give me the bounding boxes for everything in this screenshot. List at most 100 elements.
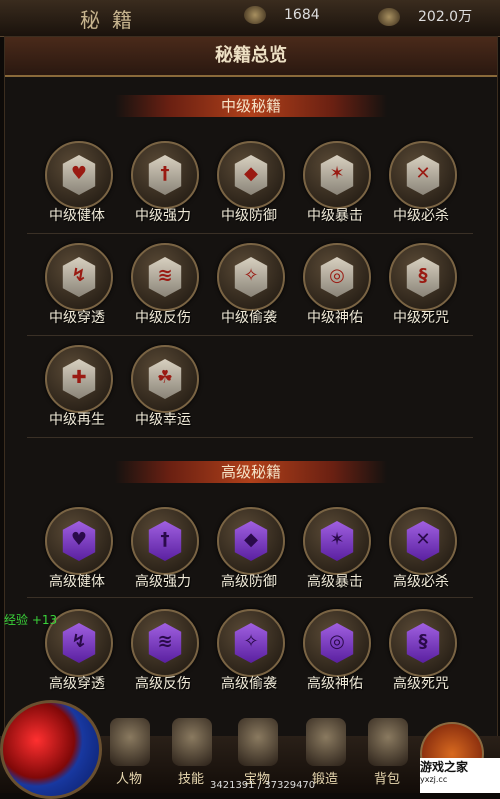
- skill-medal[interactable]: ≋: [131, 609, 199, 677]
- skill-medal[interactable]: ✚: [45, 345, 113, 413]
- skill-card[interactable]: ◎ 中级神佑: [297, 243, 373, 333]
- skill-glyph: ≋: [157, 265, 173, 286]
- section-title-high: 高级秘籍: [220, 463, 281, 481]
- slash-icon: ✕: [406, 521, 440, 561]
- skill-card[interactable]: ✕ 中级必杀: [383, 141, 459, 231]
- skill-glyph: ✕: [415, 529, 431, 550]
- skill-glyph: ≋: [157, 631, 173, 652]
- skills-panel: 秘籍总览 中级秘籍 高级秘籍 ♥ 中级健体 † 中级强力 ◆ 中级防御 ✶ 中级暴击 ✕ 中级必杀…: [4, 36, 498, 738]
- skill-card[interactable]: ✚ 中级再生: [39, 345, 115, 435]
- skill-label: 中级神佑: [307, 310, 363, 326]
- skill-card[interactable]: § 中级死咒: [383, 243, 459, 333]
- divider: [27, 597, 473, 598]
- skill-card[interactable]: ✶ 中级暴击: [297, 141, 373, 231]
- skill-medal[interactable]: ✕: [389, 141, 457, 209]
- resource-counter-1: 1684: [244, 6, 320, 26]
- curse-icon: §: [406, 257, 440, 297]
- skill-medal[interactable]: ◎: [303, 609, 371, 677]
- resource-counter-2: 202.0万: [378, 6, 472, 26]
- luck-icon: ☘: [148, 359, 182, 399]
- sneak-icon: ✧: [234, 623, 268, 663]
- skill-medal[interactable]: ♥: [45, 141, 113, 209]
- skill-card[interactable]: ♥ 中级健体: [39, 141, 115, 231]
- skill-glyph: ✧: [243, 631, 259, 652]
- skill-medal[interactable]: ☘: [131, 345, 199, 413]
- skill-glyph: †: [160, 529, 170, 550]
- hp-mp-orb: [0, 700, 102, 799]
- skill-card[interactable]: ✧ 中级偷袭: [211, 243, 287, 333]
- skill-medal[interactable]: ◆: [217, 507, 285, 575]
- watermark-logo: 游戏之家: [420, 760, 469, 774]
- nav-icon: [306, 718, 346, 766]
- skill-card[interactable]: ≋ 中级反伤: [125, 243, 201, 333]
- skill-medal[interactable]: ✶: [303, 507, 371, 575]
- skill-card[interactable]: † 高级强力: [125, 507, 201, 597]
- site-watermark: 游戏之家 yxzj.cc: [420, 758, 500, 793]
- skill-medal[interactable]: ♥: [45, 507, 113, 575]
- skill-card[interactable]: ♥ 高级健体: [39, 507, 115, 597]
- skill-card[interactable]: ☘ 中级幸运: [125, 345, 201, 435]
- section-banner-high: 高级秘籍: [115, 461, 387, 483]
- xp-progress-text: 3421391 / 37329470: [210, 780, 316, 791]
- slash-icon: ✕: [406, 155, 440, 195]
- skill-glyph: §: [418, 631, 428, 652]
- reflect-icon: ≋: [148, 623, 182, 663]
- skill-glyph: ✚: [71, 367, 87, 388]
- skill-medal[interactable]: ✶: [303, 141, 371, 209]
- heart-shield-icon: ♥: [62, 155, 96, 195]
- skill-medal[interactable]: ◎: [303, 243, 371, 311]
- blessing-icon: ◎: [320, 257, 354, 297]
- skill-glyph: ↯: [71, 631, 87, 652]
- skill-label: 高级反伤: [135, 676, 191, 692]
- regen-icon: ✚: [62, 359, 96, 399]
- skill-label: 中级穿透: [49, 310, 105, 326]
- skill-label: 高级死咒: [393, 676, 449, 692]
- skill-card[interactable]: † 中级强力: [125, 141, 201, 231]
- skill-label: 中级健体: [49, 208, 105, 224]
- sneak-icon: ✧: [234, 257, 268, 297]
- nav-icon: [238, 718, 278, 766]
- skill-medal[interactable]: ✕: [389, 507, 457, 575]
- skill-medal[interactable]: ≋: [131, 243, 199, 311]
- skill-label: 中级必杀: [393, 208, 449, 224]
- skill-medal[interactable]: ◆: [217, 141, 285, 209]
- panel-title: 秘籍总览: [215, 45, 287, 66]
- nav-label: 背包: [373, 772, 400, 787]
- skill-label: 中级死咒: [393, 310, 449, 326]
- skill-medal[interactable]: §: [389, 243, 457, 311]
- nav-button[interactable]: 背包: [356, 718, 418, 790]
- skill-label: 高级神佑: [307, 676, 363, 692]
- nav-button[interactable]: 人物: [98, 718, 160, 790]
- skill-medal[interactable]: ✧: [217, 609, 285, 677]
- skill-card[interactable]: ◆ 中级防御: [211, 141, 287, 231]
- skill-label: 中级偷袭: [221, 310, 277, 326]
- skill-card[interactable]: § 高级死咒: [383, 609, 459, 699]
- skill-card[interactable]: ✕ 高级必杀: [383, 507, 459, 597]
- skill-card[interactable]: ◆ 高级防御: [211, 507, 287, 597]
- window-title: 秘籍: [80, 8, 144, 32]
- skill-glyph: ◆: [244, 529, 258, 550]
- watermark-url: yxzj.cc: [420, 775, 448, 784]
- sword-icon: †: [148, 155, 182, 195]
- skill-label: 高级偷袭: [221, 676, 277, 692]
- burst-icon: ✶: [320, 155, 354, 195]
- skill-card[interactable]: ≋ 高级反伤: [125, 609, 201, 699]
- blessing-icon: ◎: [320, 623, 354, 663]
- skill-medal[interactable]: †: [131, 507, 199, 575]
- skill-glyph: ✧: [243, 265, 259, 286]
- skill-medal[interactable]: §: [389, 609, 457, 677]
- skill-label: 高级必杀: [393, 574, 449, 590]
- skill-medal[interactable]: ✧: [217, 243, 285, 311]
- skill-medal[interactable]: ↯: [45, 243, 113, 311]
- skill-glyph: ✶: [329, 163, 345, 184]
- skill-card[interactable]: ↯ 中级穿透: [39, 243, 115, 333]
- skill-label: 高级防御: [221, 574, 277, 590]
- skill-card[interactable]: ✧ 高级偷袭: [211, 609, 287, 699]
- skill-label: 高级健体: [49, 574, 105, 590]
- skill-card[interactable]: ◎ 高级神佑: [297, 609, 373, 699]
- skill-glyph: ↯: [71, 265, 87, 286]
- skill-card[interactable]: ✶ 高级暴击: [297, 507, 373, 597]
- resource-value-1: 1684: [284, 7, 320, 23]
- skill-medal[interactable]: †: [131, 141, 199, 209]
- skill-glyph: ✕: [415, 163, 431, 184]
